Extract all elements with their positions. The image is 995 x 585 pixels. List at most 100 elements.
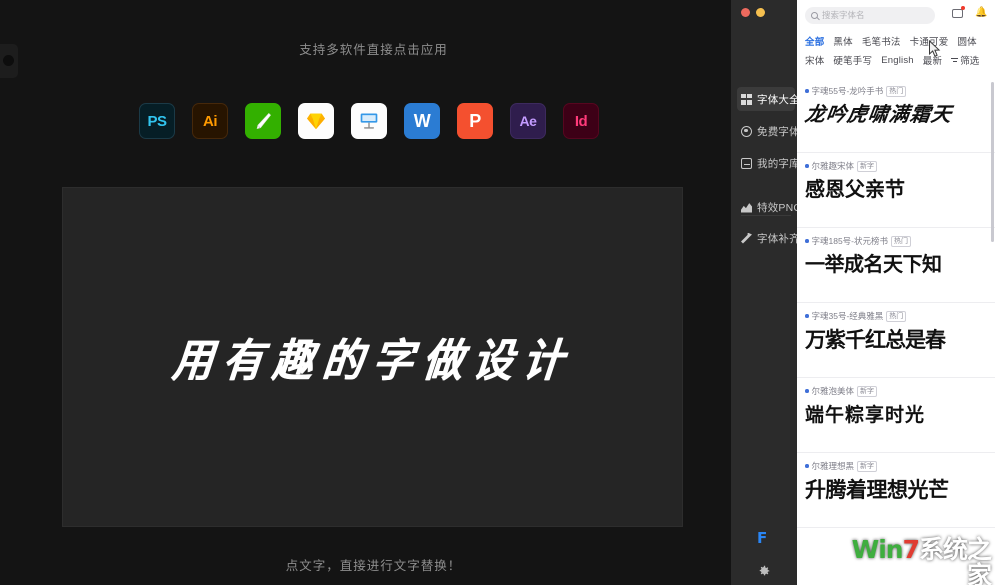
status-badge: 新字 [857, 460, 878, 472]
font-item-meta: 尔雅理想黑 新字 [805, 460, 987, 472]
font-item-meta: 字魂35号-经典雅黑 热门 [805, 310, 987, 322]
filter-button-label: 筛选 [960, 56, 980, 67]
status-badge: 热门 [886, 85, 907, 97]
tab-newest[interactable]: 最新 [923, 53, 942, 67]
image-icon [741, 203, 752, 213]
sidebar-item-my-fonts-label: 我的字库 [757, 157, 800, 170]
font-list[interactable]: 字魂55号-龙吟手书 热门 龙吟虎啸满霜天 尔雅趣宋体 新字 感恩父亲节 字魂1… [797, 78, 995, 585]
tab-round[interactable]: 圆体 [957, 34, 976, 48]
search-placeholder: 搜索字体名 [822, 10, 865, 20]
font-item-sample-text: 升腾着理想光芒 [805, 478, 949, 502]
list-item[interactable]: 尔雅理想黑 新字 升腾着理想光芒 [797, 453, 995, 528]
font-content-pane: 搜索字体名 🔔 全部 黑体 毛笔书法 卡通可爱 圆体 宋体 硬笔手写 Engli… [797, 0, 995, 585]
font-item-sample-text: 万紫千红总是春 [805, 328, 946, 352]
list-item[interactable]: 尔雅泡美体 新字 端午粽享时光 [797, 378, 995, 453]
tab-cartoon-cute[interactable]: 卡通可爱 [910, 34, 949, 48]
category-tabs-row-2: 宋体 硬笔手写 English 最新 筛选 [805, 53, 987, 68]
app-icon-indesign[interactable]: Id [563, 103, 599, 139]
sidebar-item-free-fonts[interactable]: 免费字体 [737, 119, 800, 143]
font-item-meta: 字魂55号-龙吟手书 热门 [805, 85, 987, 97]
status-badge: 热门 [886, 310, 907, 322]
tab-all[interactable]: 全部 [805, 34, 824, 48]
app-icon-word[interactable]: W [404, 103, 440, 139]
supported-app-icons: PS Ai W P Ae Id [139, 103, 599, 139]
hint-top-text: 支持多软件直接点击应用 [299, 43, 448, 57]
sidebar-item-font-repair-label: 字体补齐 [757, 232, 800, 245]
box-icon [741, 157, 752, 169]
font-item-meta: 尔雅趣宋体 新字 [805, 160, 987, 172]
sidebar-item-my-fonts[interactable]: 我的字库 [737, 151, 800, 175]
watermark-line1: Win7系统之家 [841, 535, 992, 585]
app-icon-word-label: W [413, 110, 431, 131]
sidebar-item-font-repair[interactable]: 字体补齐 [737, 226, 800, 250]
watermark-win: Win [851, 535, 904, 564]
filter-button[interactable]: 筛选 [951, 53, 979, 67]
font-item-meta: 尔雅泡美体 新字 [805, 385, 987, 397]
canvas-preview-text[interactable]: 用有趣的字做设计 [169, 325, 576, 390]
message-icon[interactable] [952, 9, 963, 18]
tab-handwriting[interactable]: 硬笔手写 [833, 53, 872, 67]
circle-icon [741, 125, 752, 137]
bullet-icon [805, 389, 809, 393]
message-badge-dot [961, 6, 965, 10]
font-item-name: 尔雅泡美体 [811, 386, 855, 396]
app-icon-after-effects[interactable]: Ae [510, 103, 546, 139]
tab-songti[interactable]: 宋体 [805, 53, 824, 67]
watermark: Win7系统之家 Www.Winwin7.com [841, 535, 992, 585]
sidebar-logo-mark: F [757, 530, 771, 547]
watermark-cn: 系统之家 [918, 535, 992, 585]
font-item-sample-text: 龙吟虎啸满霜天 [803, 102, 954, 126]
sidebar-item-effect-png[interactable]: 特效PNG [737, 195, 802, 219]
list-item[interactable]: 字魂55号-龙吟手书 热门 龙吟虎啸满霜天 [797, 78, 995, 153]
bell-icon[interactable]: 🔔 [975, 8, 987, 18]
gear-icon[interactable] [757, 564, 771, 578]
sidebar-item-free-fonts-label: 免费字体 [757, 125, 800, 138]
bullet-icon [805, 164, 809, 168]
window-close-button[interactable] [741, 8, 750, 17]
keynote-presentation-icon [360, 113, 378, 129]
app-icon-photoshop-label: PS [147, 112, 167, 130]
list-item[interactable]: 字魂35号-经典雅黑 热门 万紫千红总是春 [797, 303, 995, 378]
app-icon-indesign-label: Id [574, 112, 588, 130]
font-item-name: 字魂55号-龙吟手书 [811, 86, 884, 96]
app-icon-powerpoint-label: P [469, 110, 481, 131]
app-icon-illustrator-label: Ai [203, 112, 218, 130]
category-tabs-row-1: 全部 黑体 毛笔书法 卡通可爱 圆体 [805, 34, 987, 48]
font-item-sample: 感恩父亲节 [805, 175, 987, 204]
status-badge: 热门 [891, 235, 912, 247]
tab-english[interactable]: English [881, 55, 914, 66]
font-item-sample: 万紫千红总是春 [805, 325, 987, 355]
app-icon-keynote[interactable] [351, 103, 387, 139]
font-item-sample: 升腾着理想光芒 [805, 475, 987, 505]
status-badge: 新字 [857, 385, 878, 397]
category-tabs: 全部 黑体 毛笔书法 卡通可爱 圆体 宋体 硬笔手写 English 最新 筛选 [797, 30, 995, 78]
font-item-name: 尔雅理想黑 [811, 461, 855, 471]
font-item-sample: 端午粽享时光 [805, 400, 987, 430]
window-minimize-button[interactable] [756, 8, 765, 17]
grid-icon [741, 93, 752, 105]
canvas-preview-area[interactable]: 用有趣的字做设计 [62, 187, 683, 527]
sidebar-item-font-library-label: 字体大全 [757, 93, 800, 106]
list-item[interactable]: 字魂185号-状元榜书 热门 一举成名天下知 [797, 228, 995, 303]
app-icon-powerpoint[interactable]: P [457, 103, 493, 139]
search-icon [811, 11, 818, 19]
app-icon-affinity-designer[interactable] [245, 103, 281, 139]
app-sidebar: 字体大全 免费字体 我的字库 特效PNG 字体补齐 F « [731, 30, 802, 585]
watermark-seven: 7 [902, 535, 920, 564]
app-icon-illustrator[interactable]: Ai [192, 103, 228, 139]
font-item-sample-text: 感恩父亲节 [805, 177, 905, 201]
app-icon-sketch[interactable] [298, 103, 334, 139]
font-item-sample: 一举成名天下知 [805, 250, 987, 279]
tab-brush-calligraphy[interactable]: 毛笔书法 [862, 34, 901, 48]
sidebar-item-font-library[interactable]: 字体大全 [737, 87, 800, 111]
font-list-scrollbar[interactable] [991, 82, 994, 242]
tab-heiti[interactable]: 黑体 [833, 34, 852, 48]
sidebar-logo-letter: F [757, 529, 768, 547]
list-item[interactable]: 尔雅趣宋体 新字 感恩父亲节 [797, 153, 995, 228]
sidebar-item-effect-png-label: 特效PNG [757, 201, 802, 214]
search-input[interactable]: 搜索字体名 [805, 6, 935, 24]
sketch-diamond-icon [307, 113, 325, 130]
app-icon-photoshop[interactable]: PS [139, 103, 175, 139]
font-item-meta: 字魂185号-状元榜书 热门 [805, 235, 987, 247]
app-icon-after-effects-label: Ae [519, 113, 537, 129]
